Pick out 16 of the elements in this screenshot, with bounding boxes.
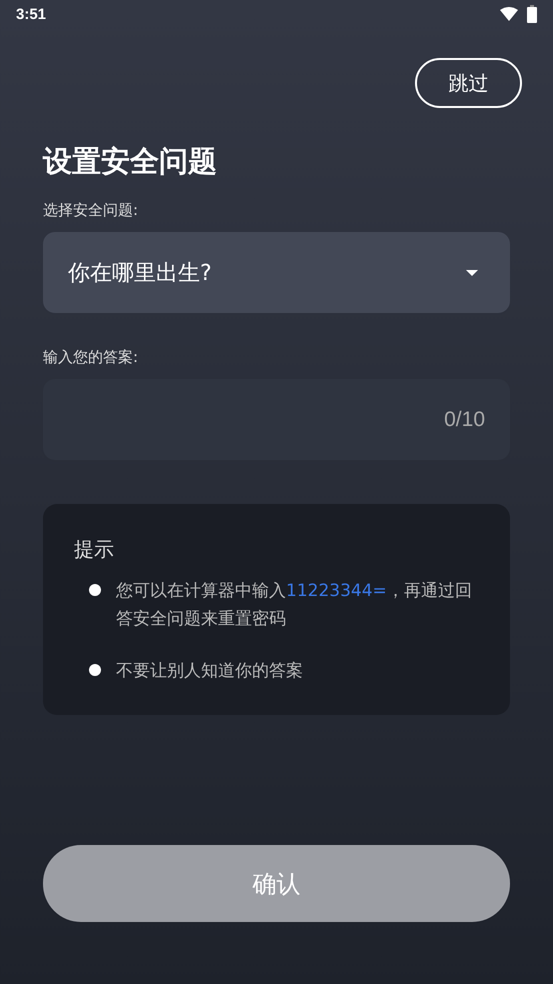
page-title: 设置安全问题 xyxy=(43,144,218,178)
field-label: 输入您的答案: xyxy=(43,347,140,367)
character-counter: 0/10 xyxy=(444,408,485,432)
battery-icon xyxy=(527,5,537,23)
bullet-icon xyxy=(89,664,101,676)
tip-text: 不要让别人知道你的答案 xyxy=(116,660,303,683)
tips-title: 提示 xyxy=(74,536,115,563)
field-label: 选择安全问题: xyxy=(43,200,140,220)
bullet-icon xyxy=(89,584,101,596)
status-time: 3:51 xyxy=(16,6,46,22)
tip-text: 您可以在计算器中输入11223344=，再通过回答安全问题来重置密码 xyxy=(116,580,473,631)
answer-field[interactable]: 0/10 xyxy=(43,379,510,460)
question-dropdown[interactable]: 你在哪里出生? xyxy=(43,232,510,313)
wifi-icon xyxy=(500,7,518,21)
dropdown-caret-icon xyxy=(466,270,478,276)
skip-button[interactable]: 跳过 xyxy=(415,58,522,108)
